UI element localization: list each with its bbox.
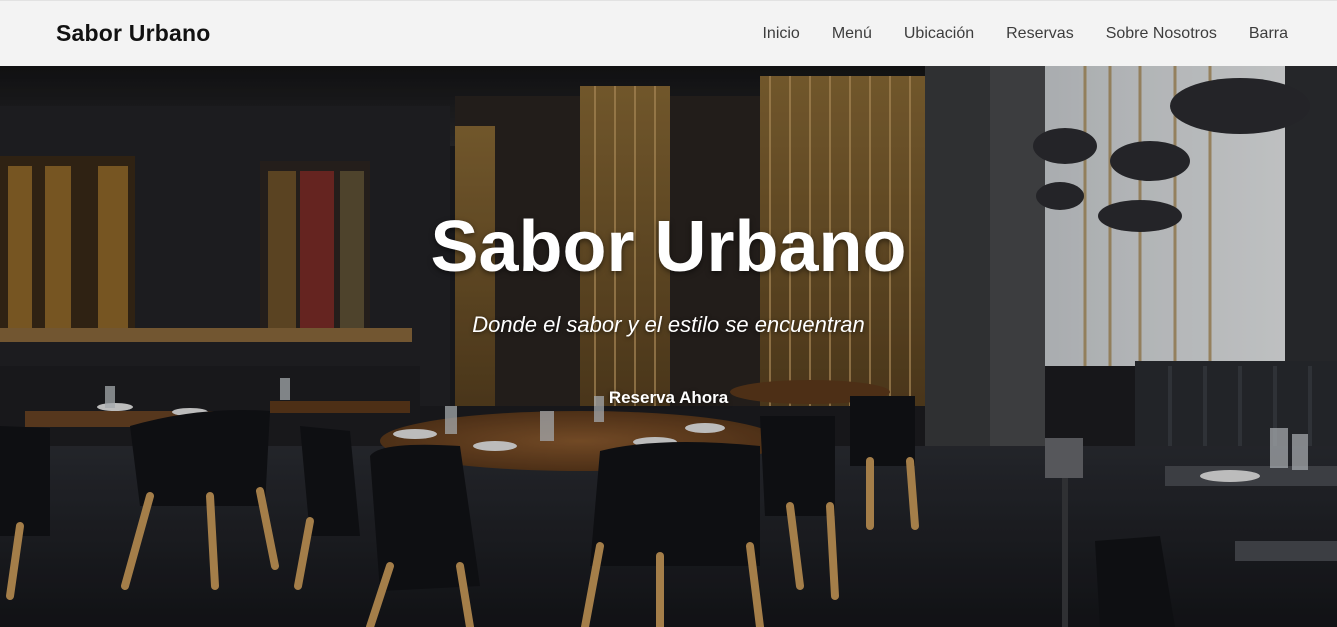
- nav-link-sobre-nosotros[interactable]: Sobre Nosotros: [1106, 25, 1217, 43]
- hero-subtitle: Donde el sabor y el estilo se encuentran: [472, 312, 865, 337]
- nav-link-ubicacion[interactable]: Ubicación: [904, 25, 974, 43]
- nav-link-menu[interactable]: Menú: [832, 25, 872, 43]
- nav-link-barra[interactable]: Barra: [1249, 25, 1288, 43]
- hero-overlay: [0, 66, 1337, 627]
- nav-links: Inicio Menú Ubicación Reservas Sobre Nos…: [730, 25, 1288, 43]
- navbar: Sabor Urbano Inicio Menú Ubicación Reser…: [0, 0, 1337, 66]
- nav-link-inicio[interactable]: Inicio: [762, 25, 799, 43]
- hero-title: Sabor Urbano: [430, 207, 907, 287]
- nav-link-reservas[interactable]: Reservas: [1006, 25, 1074, 43]
- hero-section: Sabor Urbano Donde el sabor y el estilo …: [0, 66, 1337, 627]
- brand-logo[interactable]: Sabor Urbano: [56, 20, 210, 47]
- reserve-now-button[interactable]: Reserva Ahora: [609, 388, 728, 408]
